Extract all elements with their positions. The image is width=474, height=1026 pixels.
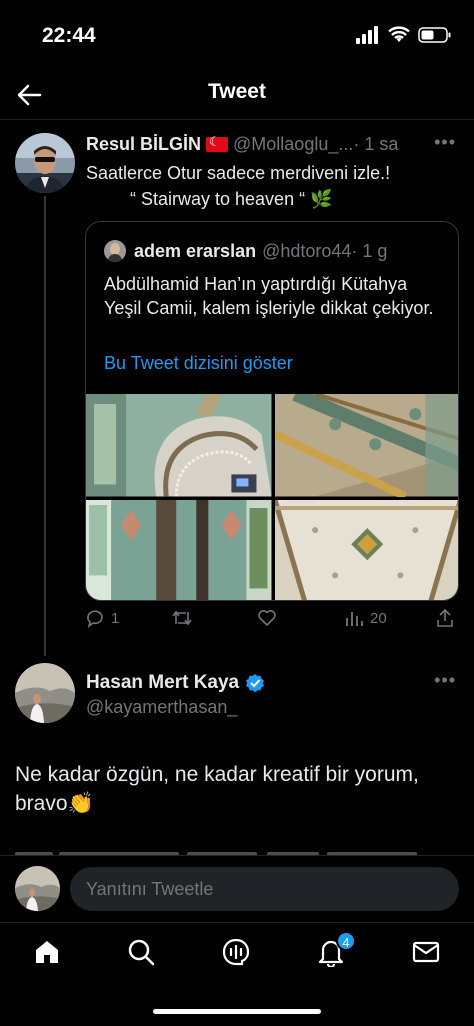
plant-emoji-icon: 🌿 [310, 189, 333, 209]
quoted-tweet-time: · 1 g [351, 240, 388, 261]
nav-header: Tweet [0, 70, 474, 120]
quoted-tweet[interactable]: adem erarslan @hdtoro44 · 1 g Abdülhamid… [85, 221, 459, 601]
reply-text: Ne kadar özgün, ne kadar kreatif bir yor… [15, 760, 465, 818]
notifications-badge: 4 [336, 931, 356, 951]
reply-tweet[interactable]: Hasan Mert Kaya @kayamerthasan_ ••• Ne k… [0, 660, 474, 860]
verified-badge-icon [246, 674, 265, 693]
reply-icon [87, 610, 103, 628]
search-icon[interactable] [126, 937, 156, 967]
media-image[interactable] [274, 394, 458, 497]
current-user-avatar[interactable] [15, 866, 60, 911]
tweet-actions: 1 20 [85, 608, 460, 638]
status-bar: 22:44 [0, 0, 474, 70]
author-name[interactable]: Resul BİLGİN [86, 134, 201, 155]
retweet-button[interactable] [171, 608, 193, 628]
reply-count: 1 [111, 609, 120, 627]
avatar[interactable] [15, 133, 75, 193]
quoted-author-handle: @hdtoro44 [262, 240, 352, 261]
status-time: 22:44 [42, 24, 96, 47]
bottom-tab-bar: 4 [0, 922, 474, 1026]
status-icons [356, 26, 452, 44]
quoted-tweet-header: adem erarslan @hdtoro44 · 1 g [104, 240, 387, 262]
clapping-hands-icon: 👏 [67, 792, 94, 815]
reply-composer [0, 855, 474, 922]
avatar[interactable] [15, 663, 75, 723]
more-options-icon[interactable]: ••• [434, 132, 456, 153]
turkey-flag-icon [206, 134, 229, 152]
quoted-avatar [104, 240, 126, 262]
like-button[interactable] [257, 608, 277, 628]
share-button[interactable] [435, 608, 455, 628]
quoted-author-name: adem erarslan [134, 240, 257, 261]
cellular-signal-icon [356, 26, 378, 44]
more-options-icon[interactable]: ••• [434, 670, 456, 691]
tweet-text-quote: “ Stairway to heaven “ [130, 189, 306, 209]
page-title: Tweet [208, 80, 266, 103]
show-thread-link[interactable]: Bu Tweet dizisini göster [104, 353, 293, 374]
views-chart-icon [346, 612, 363, 626]
quoted-tweet-text: Abdülhamid Han’ın yaptırdığı Kütahya Yeş… [104, 274, 434, 318]
views-count: 20 [370, 609, 387, 627]
tweet-text: Saatlerce Otur sadece merdiveni izle.! “… [86, 160, 390, 212]
share-icon [437, 608, 453, 627]
media-image[interactable] [86, 394, 272, 497]
spaces-icon[interactable] [221, 937, 251, 967]
reply-input[interactable] [70, 867, 459, 911]
messages-envelope-icon[interactable] [411, 937, 441, 967]
tweet-text-line-2: “ Stairway to heaven “ 🌿 [86, 186, 390, 212]
tweet[interactable]: Resul BİLGİN @Mollaoglu_... · 1 sa ••• S… [0, 128, 474, 658]
home-indicator [153, 1009, 321, 1014]
reply-author-handle[interactable]: @kayamerthasan_ [86, 697, 237, 718]
reply-author: Hasan Mert Kaya [86, 672, 265, 694]
tweet-text-line: Saatlerce Otur sadece merdiveni izle.! [86, 163, 391, 183]
reply-button[interactable]: 1 [85, 608, 119, 628]
heart-icon [258, 610, 276, 627]
retweet-icon [172, 610, 192, 626]
author-handle[interactable]: @Mollaoglu_... [233, 134, 353, 155]
wifi-icon [388, 26, 410, 42]
media-image[interactable] [274, 499, 458, 600]
home-icon[interactable] [32, 937, 62, 967]
battery-icon [418, 27, 451, 43]
tweet-header: Resul BİLGİN @Mollaoglu_... · 1 sa [86, 134, 466, 155]
media-grid [86, 394, 458, 600]
reply-author-name[interactable]: Hasan Mert Kaya [86, 672, 239, 694]
views-button[interactable]: 20 [344, 608, 387, 628]
tweet-time: · 1 sa [353, 134, 399, 154]
media-image[interactable] [86, 499, 272, 600]
